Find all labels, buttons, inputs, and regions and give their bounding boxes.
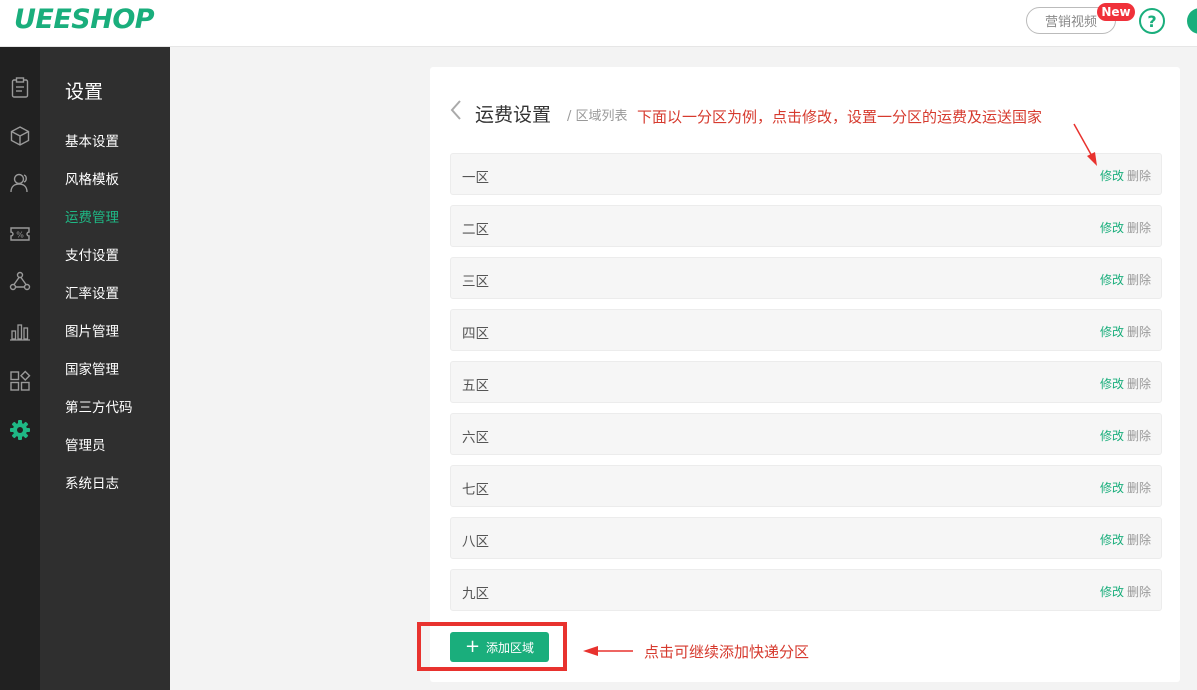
arrow-to-edit-icon (1073, 123, 1097, 166)
arrow-to-add-button-icon (583, 646, 633, 656)
annotation-arrows (583, 123, 1097, 656)
